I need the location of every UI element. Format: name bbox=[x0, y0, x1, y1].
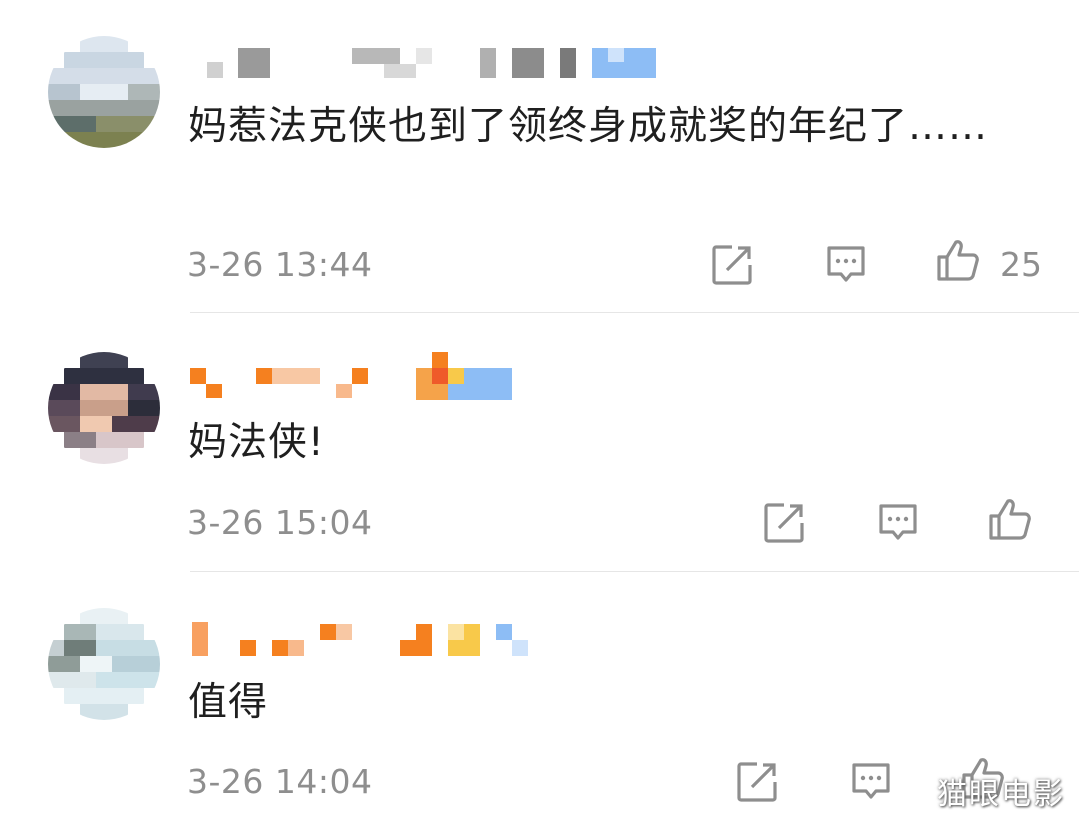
comment-text: 值得 bbox=[188, 680, 269, 725]
reply-icon[interactable] bbox=[849, 760, 893, 804]
comment-text: 妈法侠! bbox=[188, 420, 325, 465]
watermark: 猫眼电影 bbox=[937, 777, 1065, 812]
avatar[interactable] bbox=[48, 608, 160, 720]
share-icon[interactable] bbox=[762, 501, 806, 545]
comment-timestamp: 3-26 13:44 bbox=[187, 245, 373, 284]
divider bbox=[190, 571, 1079, 572]
like-icon[interactable] bbox=[936, 238, 980, 282]
reply-icon[interactable] bbox=[824, 243, 868, 287]
comment-timestamp: 3-26 15:04 bbox=[187, 503, 373, 542]
avatar[interactable] bbox=[48, 36, 160, 148]
reply-icon[interactable] bbox=[876, 501, 920, 545]
share-icon[interactable] bbox=[735, 760, 779, 804]
like-count: 25 bbox=[1000, 245, 1042, 284]
avatar[interactable] bbox=[48, 352, 160, 464]
comment-timestamp: 3-26 14:04 bbox=[187, 762, 373, 801]
comment-text: 妈惹法克侠也到了领终身成就奖的年纪了…… bbox=[188, 104, 989, 149]
like-icon[interactable] bbox=[988, 497, 1032, 541]
share-icon[interactable] bbox=[710, 243, 754, 287]
divider bbox=[190, 312, 1079, 313]
